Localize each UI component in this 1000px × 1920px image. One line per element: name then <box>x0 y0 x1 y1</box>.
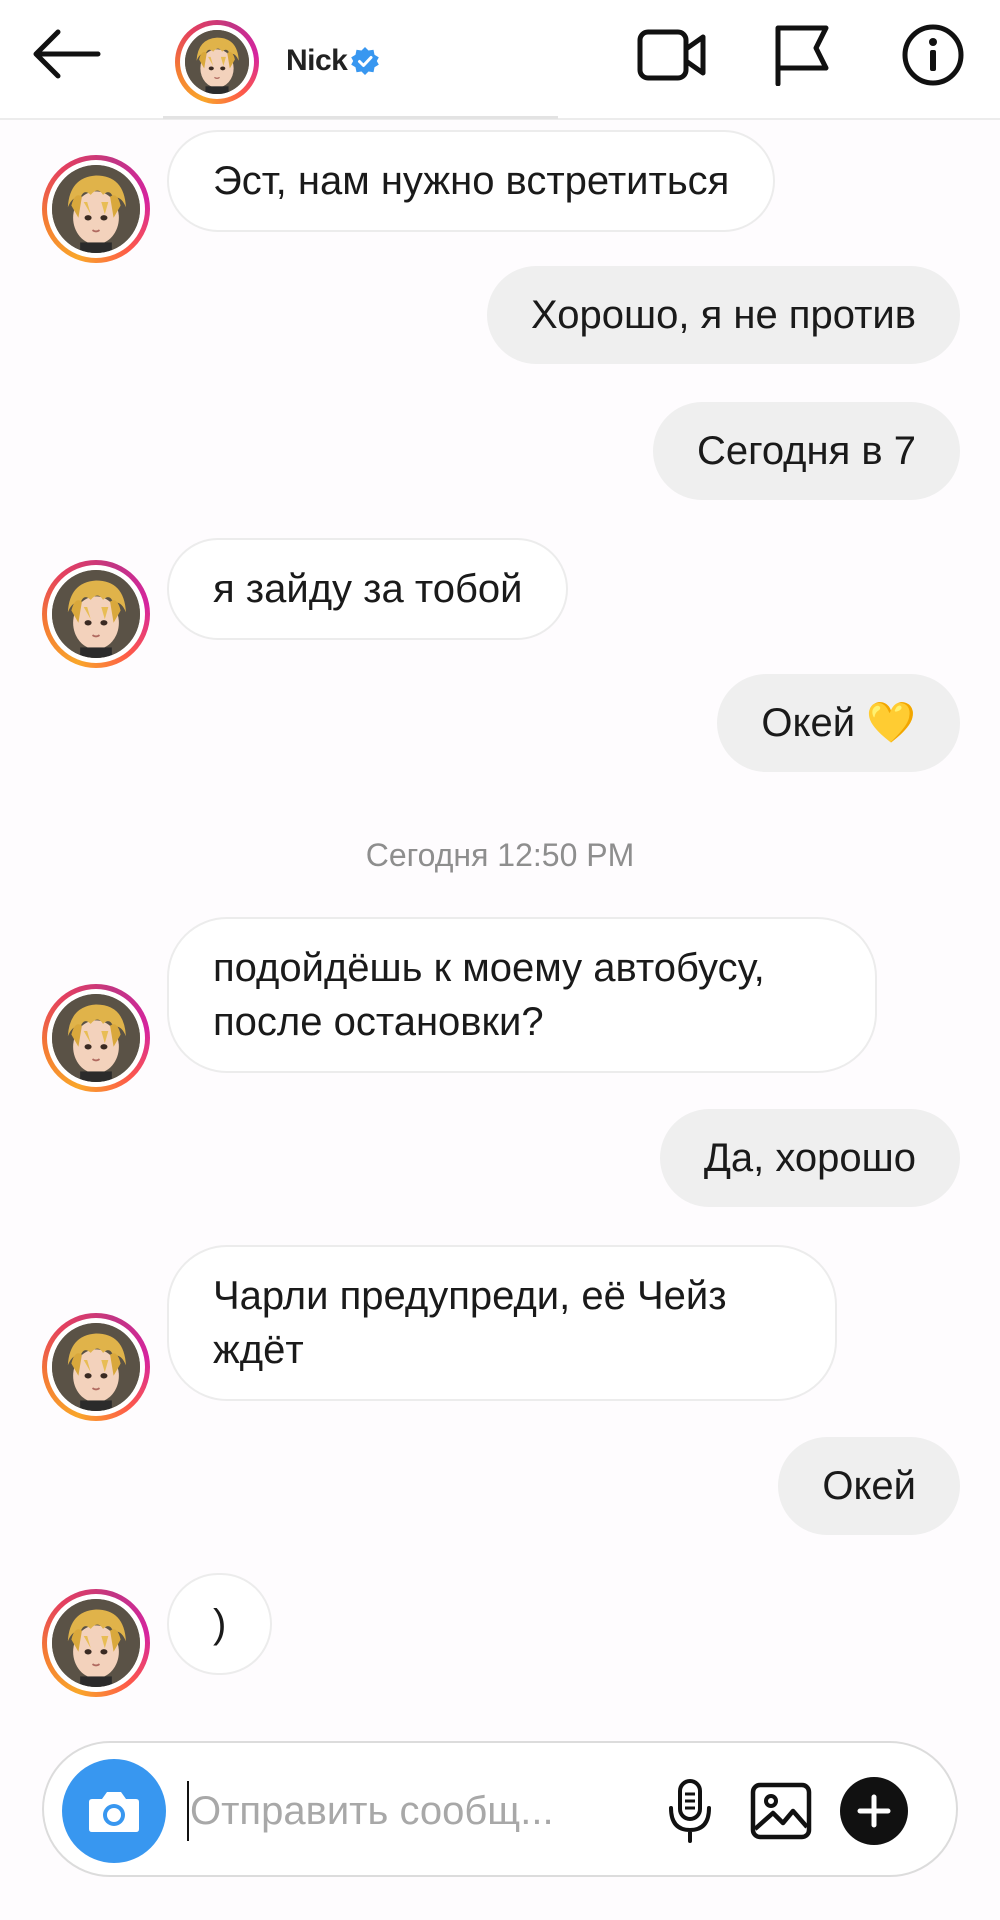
message-input[interactable] <box>190 1773 640 1849</box>
message-text: Сегодня в 7 <box>696 429 916 473</box>
message-incoming[interactable]: ) <box>167 1573 273 1675</box>
back-button[interactable] <box>28 22 104 86</box>
message-outgoing[interactable]: Хорошо, я не против <box>487 266 960 364</box>
info-icon <box>902 24 964 86</box>
message-text: ) <box>213 1602 227 1646</box>
chat-header: Nick <box>0 0 1000 120</box>
contact-avatar[interactable] <box>175 20 259 104</box>
text-caret <box>187 1781 189 1841</box>
gallery-icon <box>750 1782 812 1840</box>
video-call-icon <box>637 29 706 81</box>
back-arrow-icon <box>33 29 101 79</box>
report-button[interactable] <box>764 20 840 90</box>
voice-message-button[interactable] <box>650 1771 730 1851</box>
message-text: Окей <box>822 1464 916 1508</box>
sender-avatar[interactable] <box>42 1313 150 1421</box>
conversation-timestamp: Сегодня 12:50 PM <box>365 837 635 873</box>
contact-name-group[interactable]: Nick <box>286 44 380 78</box>
contact-name: Nick <box>286 44 348 77</box>
camera-button[interactable] <box>62 1759 166 1863</box>
message-incoming[interactable]: Чарли предупреди, её Чейз ждёт <box>167 1245 837 1401</box>
verified-badge-icon <box>351 47 380 75</box>
message-text: подойдёшь к моему автобусу, после остано… <box>213 946 765 1044</box>
header-divider <box>163 116 558 119</box>
gallery-button[interactable] <box>741 1771 821 1851</box>
message-composer <box>42 1741 958 1877</box>
video-call-button[interactable] <box>634 20 710 90</box>
message-incoming[interactable]: подойдёшь к моему автобусу, после остано… <box>167 917 877 1073</box>
more-options-button[interactable] <box>840 1777 908 1845</box>
sender-avatar[interactable] <box>42 560 150 668</box>
sender-avatar[interactable] <box>42 984 150 1092</box>
message-outgoing[interactable]: Сегодня в 7 <box>652 402 960 500</box>
sender-avatar[interactable] <box>42 1589 150 1697</box>
sender-avatar[interactable] <box>42 155 150 263</box>
message-text: Хорошо, я не против <box>531 293 916 337</box>
plus-icon <box>857 1794 891 1828</box>
info-button[interactable] <box>895 20 971 90</box>
message-text: Да, хорошо <box>703 1136 916 1180</box>
message-outgoing[interactable]: Да, хорошо <box>659 1109 960 1207</box>
message-outgoing[interactable]: Окей <box>778 1437 960 1535</box>
flag-icon <box>775 25 829 86</box>
message-text: Чарли предупреди, её Чейз ждёт <box>213 1274 727 1372</box>
message-text: Окей 💛 <box>761 701 916 745</box>
message-incoming[interactable]: Эст, нам нужно встретиться <box>167 130 776 232</box>
microphone-icon <box>669 1779 711 1843</box>
message-text: я зайду за тобой <box>213 567 523 611</box>
message-text: Эст, нам нужно встретиться <box>213 159 730 203</box>
camera-icon <box>89 1792 139 1832</box>
message-outgoing[interactable]: Окей 💛 <box>717 674 960 772</box>
message-incoming[interactable]: я зайду за тобой <box>167 538 569 640</box>
